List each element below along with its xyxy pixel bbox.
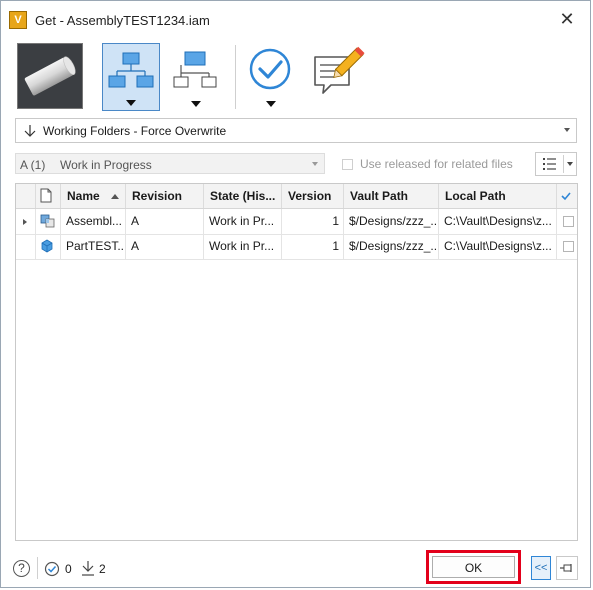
name-cell: Assembl... <box>61 209 126 234</box>
version-cell: 1 <box>282 209 344 234</box>
chevron-down-icon <box>564 128 570 132</box>
checkmark-circle-icon <box>249 48 291 90</box>
download-count: 2 <box>99 562 106 576</box>
local-path-cell: C:\Vault\Designs\z... <box>439 209 557 234</box>
chevron-right-icon <box>23 218 27 225</box>
working-folder-dropdown[interactable]: Working Folders - Force Overwrite <box>15 118 577 143</box>
name-header-label: Name <box>67 189 100 203</box>
pin-button[interactable] <box>556 556 578 580</box>
name-column-header[interactable]: Name <box>61 184 126 208</box>
footer-separator <box>37 557 38 579</box>
list-view-icon <box>543 158 556 170</box>
get-dialog: V Get - AssemblyTEST1234.iam ✕ Working F… <box>0 0 591 588</box>
note-pencil-icon <box>314 46 365 94</box>
row-select-checkbox[interactable] <box>563 241 574 252</box>
local-path-cell: C:\Vault\Designs\z... <box>439 234 557 259</box>
ok-button[interactable]: OK <box>432 556 515 578</box>
part-thumbnail <box>17 43 83 109</box>
dialog-footer: ? 0 2 OK << <box>1 545 590 589</box>
revision-cell: A <box>126 209 204 234</box>
comment-button[interactable] <box>309 43 367 111</box>
sort-ascending-icon <box>111 194 120 200</box>
check-dropdown-caret-icon <box>266 101 276 107</box>
assembly-icon <box>40 214 55 228</box>
grid-header: Name Revision State (His... Version Vaul… <box>16 184 577 209</box>
collapse-button[interactable]: << <box>531 556 551 580</box>
toolbar-separator <box>235 45 236 109</box>
children-structure-icon <box>108 52 154 88</box>
table-row[interactable]: PartTEST... A Work in Pr... 1 $/Designs/… <box>16 234 577 260</box>
revision-dropdown[interactable]: A (1) Work in Progress <box>15 153 325 174</box>
file-grid: Name Revision State (His... Version Vaul… <box>15 183 578 541</box>
document-icon <box>40 188 52 203</box>
toolbar <box>1 39 590 115</box>
file-type-column-header[interactable] <box>36 184 61 208</box>
state-value: Work in Progress <box>60 158 152 172</box>
table-row[interactable]: Assembl... A Work in Pr... 1 $/Designs/z… <box>16 209 577 235</box>
check-count: 0 <box>65 562 72 576</box>
close-button[interactable]: ✕ <box>556 9 578 31</box>
pin-icon <box>560 564 572 572</box>
part-icon <box>41 239 53 253</box>
children-dropdown-caret-icon <box>126 100 136 106</box>
state-column-header[interactable]: State (His... <box>204 184 282 208</box>
file-type-cell <box>36 234 61 259</box>
row-expander <box>16 234 36 259</box>
vault-path-cell: $/Designs/zzz_... <box>344 234 439 259</box>
view-options-button[interactable] <box>535 152 577 176</box>
revision-header-label: Revision <box>132 189 183 203</box>
vault-path-column-header[interactable]: Vault Path <box>344 184 439 208</box>
download-icon <box>82 561 94 576</box>
parents-button[interactable] <box>167 43 225 111</box>
vault-app-icon: V <box>9 11 27 29</box>
revision-column-header[interactable]: Revision <box>126 184 204 208</box>
state-header-label: State (His... <box>210 189 276 203</box>
revision-cell: A <box>126 234 204 259</box>
use-released-checkbox[interactable] <box>342 159 353 170</box>
local-path-header-label: Local Path <box>445 189 506 203</box>
ok-button-highlight: OK <box>426 550 521 584</box>
dialog-title: Get - AssemblyTEST1234.iam <box>35 13 210 28</box>
cylinder-preview-icon <box>24 56 76 96</box>
expander-column-header <box>16 184 36 208</box>
version-column-header[interactable]: Version <box>282 184 344 208</box>
chevron-down-icon <box>312 162 318 166</box>
version-header-label: Version <box>288 189 332 203</box>
children-button[interactable] <box>102 43 160 111</box>
parents-structure-icon <box>173 51 217 88</box>
state-cell: Work in Pr... <box>204 234 282 259</box>
version-cell: 1 <box>282 234 344 259</box>
local-path-column-header[interactable]: Local Path <box>439 184 557 208</box>
split-divider <box>563 155 564 173</box>
vault-path-cell: $/Designs/zzz_... <box>344 209 439 234</box>
checkmark-icon <box>561 192 571 201</box>
chevron-down-icon <box>567 162 573 166</box>
row-expander[interactable] <box>16 209 36 234</box>
file-type-cell <box>36 209 61 234</box>
revision-value: A (1) <box>20 158 46 172</box>
download-arrow-icon <box>24 125 36 137</box>
check-button[interactable] <box>242 43 300 111</box>
working-folder-value: Working Folders - Force Overwrite <box>43 124 227 138</box>
state-cell: Work in Pr... <box>204 209 282 234</box>
parents-dropdown-caret-icon <box>191 101 201 107</box>
use-released-label: Use released for related files <box>360 157 513 171</box>
title-bar[interactable]: V Get - AssemblyTEST1234.iam ✕ <box>1 1 590 39</box>
row-select-checkbox[interactable] <box>563 216 574 227</box>
help-icon[interactable]: ? <box>13 560 30 577</box>
vault-path-header-label: Vault Path <box>350 189 409 203</box>
select-column-header[interactable] <box>557 184 577 208</box>
check-circle-icon <box>44 561 60 577</box>
name-cell: PartTEST... <box>61 234 126 259</box>
